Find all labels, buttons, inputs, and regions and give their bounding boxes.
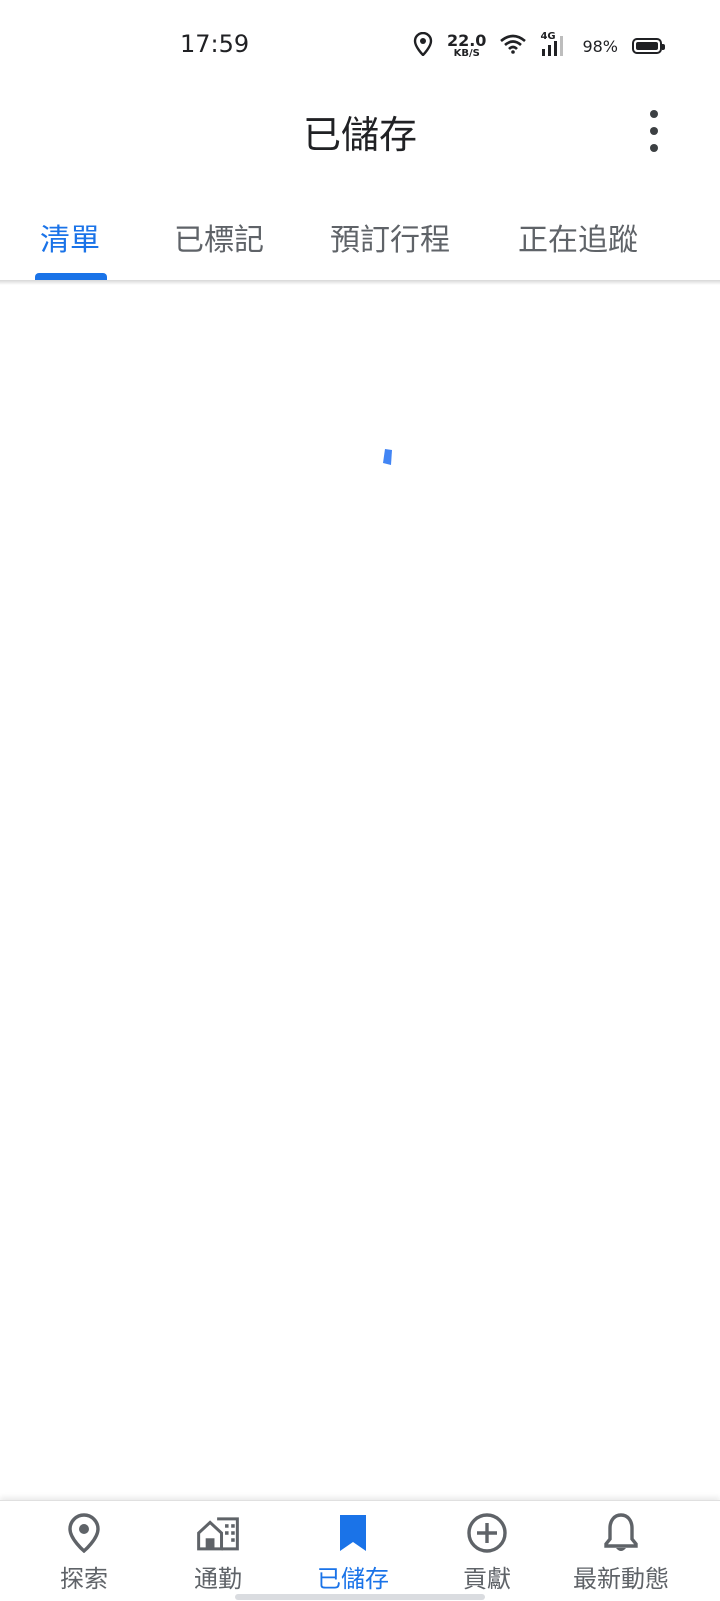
network-speed: 22.0 KB/S (447, 33, 486, 59)
add-circle-icon (465, 1511, 509, 1555)
bell-icon (599, 1511, 643, 1555)
bookmark-icon (331, 1511, 375, 1555)
location-icon (413, 31, 433, 60)
nav-saved[interactable]: 已儲存 (281, 1501, 425, 1601)
nav-contribute-label: 貢獻 (463, 1565, 511, 1593)
tab-labeled[interactable]: 已標記 (174, 215, 264, 259)
more-vert-icon (650, 110, 658, 118)
page-title: 已儲存 (302, 113, 417, 157)
battery-percent: 98% (582, 36, 618, 56)
commute-home-icon (196, 1511, 240, 1555)
status-time: 17:59 (180, 30, 250, 58)
network-speed-unit: KB/S (453, 48, 480, 59)
loading-spinner (382, 448, 394, 466)
network-speed-value: 22.0 (446, 31, 487, 50)
status-bar: 17:59 22.0 KB/S 4G 98% (0, 0, 720, 92)
tab-lists[interactable]: 清單 (40, 215, 100, 259)
nav-updates[interactable]: 最新動態 (549, 1501, 693, 1601)
tabs-divider (0, 280, 720, 285)
nav-updates-label: 最新動態 (573, 1565, 669, 1593)
home-indicator[interactable] (235, 1594, 485, 1600)
bottom-navigation: 探索 通勤 已儲存 貢獻 最新動態 (0, 1500, 720, 1601)
cell-signal-icon: 4G (540, 31, 568, 57)
location-pin-icon (62, 1511, 106, 1555)
tab-bar: 清單 已標記 預訂行程 正在追蹤 (0, 205, 720, 280)
tab-following[interactable]: 正在追蹤 (518, 215, 638, 259)
nav-saved-label: 已儲存 (317, 1565, 389, 1593)
wifi-icon (500, 34, 527, 58)
active-tab-indicator (35, 273, 107, 280)
nav-contribute[interactable]: 貢獻 (415, 1501, 559, 1601)
nav-commute-label: 通勤 (194, 1565, 242, 1593)
more-options-button[interactable] (640, 110, 668, 152)
nav-explore[interactable]: 探索 (12, 1501, 156, 1601)
tab-reservations[interactable]: 預訂行程 (330, 215, 450, 259)
app-bar: 已儲存 (0, 92, 720, 172)
nav-explore-label: 探索 (60, 1565, 108, 1593)
status-icons: 22.0 KB/S 4G 98% (413, 31, 665, 60)
battery-icon (632, 38, 665, 54)
nav-commute[interactable]: 通勤 (146, 1501, 290, 1601)
